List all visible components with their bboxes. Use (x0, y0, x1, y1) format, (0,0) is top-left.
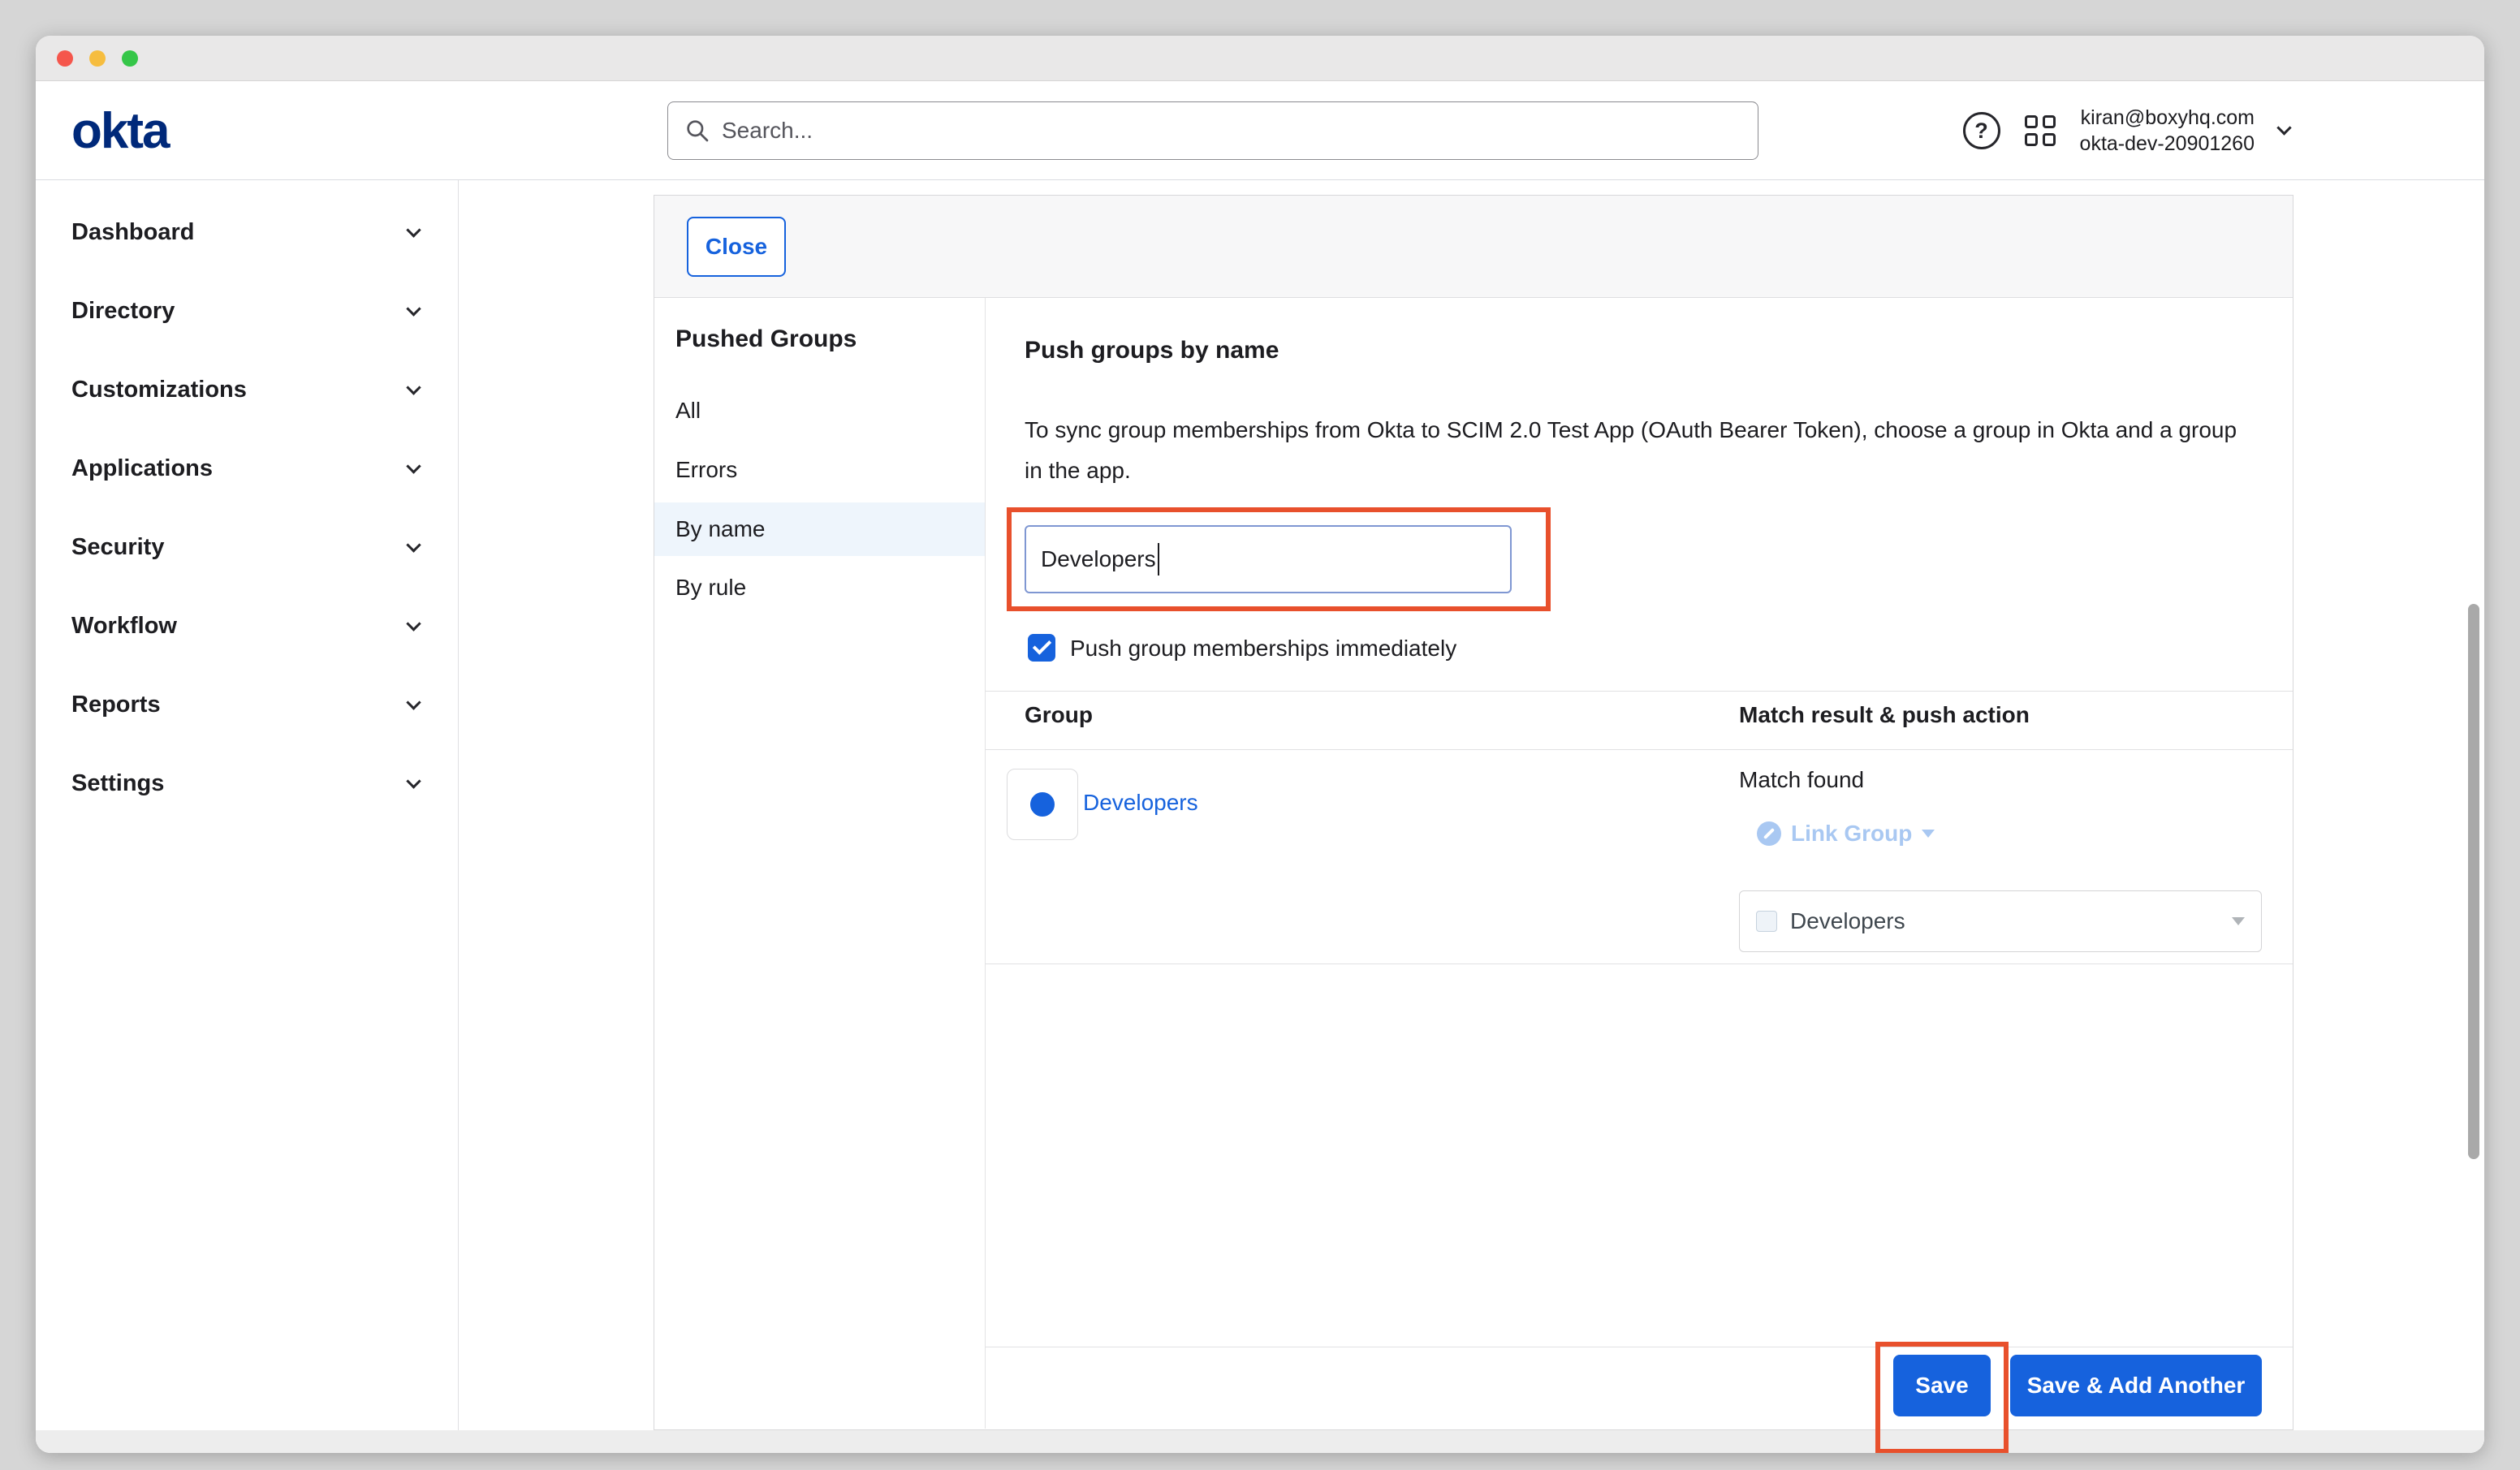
chevron-down-icon (406, 695, 421, 709)
link-icon (1757, 821, 1781, 846)
account-email: kiran@boxyhq.com (2080, 105, 2255, 131)
content-title: Push groups by name (1025, 337, 1279, 364)
pushed-groups-subnav: Pushed Groups All Errors By name By rule (654, 298, 986, 1429)
table-top-border (986, 691, 2293, 692)
save-and-add-another-button[interactable]: Save & Add Another (2010, 1355, 2262, 1416)
window-titlebar (36, 36, 2484, 81)
sidebar-item-reports[interactable]: Reports (36, 666, 458, 744)
push-by-name-content: Push groups by name To sync group member… (986, 298, 2293, 1429)
top-header: okta ? kiran@boxyhq.com okta-dev-2090126… (36, 81, 2484, 180)
push-groups-panel: Close Pushed Groups All Errors By name B… (654, 195, 2293, 1430)
okta-group-ring-icon (1030, 792, 1055, 817)
subnav-item-by-name[interactable]: By name (654, 502, 985, 556)
chevron-down-icon (406, 616, 421, 631)
grid-square (2025, 133, 2038, 146)
sidebar-item-customizations[interactable]: Customizations (36, 351, 458, 429)
group-placeholder-icon (1756, 911, 1777, 932)
sidebar-item-label: Reports (71, 692, 161, 718)
table-header-border (986, 749, 2293, 750)
vertical-scrollbar[interactable] (2468, 604, 2479, 1159)
push-immediately-checkbox[interactable] (1028, 634, 1055, 662)
match-group-select[interactable]: Developers (1739, 890, 2262, 952)
subnav-item-errors[interactable]: Errors (654, 443, 985, 497)
chevron-down-icon (406, 459, 421, 473)
subnav-item-all[interactable]: All (654, 384, 985, 438)
sidebar-item-label: Dashboard (71, 219, 194, 246)
sidebar-item-label: Applications (71, 455, 213, 482)
okta-logo: okta (71, 81, 168, 180)
link-group-label: Link Group (1791, 821, 1912, 847)
link-group-dropdown[interactable]: Link Group (1757, 821, 1935, 847)
main-area: Close Pushed Groups All Errors By name B… (459, 180, 2484, 1453)
sidebar-item-label: Directory (71, 298, 175, 325)
global-search[interactable] (667, 101, 1758, 160)
bottom-strip (36, 1430, 2484, 1453)
sidebar-item-label: Customizations (71, 377, 247, 403)
account-menu-chevron-down-icon[interactable] (2276, 120, 2291, 135)
chevron-down-icon (406, 380, 421, 394)
group-name-input[interactable]: Developers (1025, 525, 1512, 593)
subnav-title: Pushed Groups (675, 325, 857, 353)
sidebar-item-applications[interactable]: Applications (36, 429, 458, 508)
help-icon[interactable]: ? (1963, 112, 2000, 149)
text-cursor (1158, 543, 1159, 575)
chevron-down-icon (2232, 917, 2245, 925)
column-header-group: Group (1025, 702, 1093, 728)
app-window: okta ? kiran@boxyhq.com okta-dev-2090126… (36, 36, 2484, 1453)
sidebar-item-dashboard[interactable]: Dashboard (36, 193, 458, 272)
account-org: okta-dev-20901260 (2080, 131, 2255, 157)
account-info: kiran@boxyhq.com okta-dev-20901260 (2080, 105, 2255, 157)
sidebar-item-security[interactable]: Security (36, 508, 458, 587)
chevron-down-icon (406, 301, 421, 316)
group-icon (1007, 769, 1078, 840)
chevron-down-icon (406, 774, 421, 788)
subnav-item-by-rule[interactable]: By rule (654, 561, 985, 614)
sidebar-item-workflow[interactable]: Workflow (36, 587, 458, 666)
grid-square (2025, 115, 2038, 128)
sidebar-item-settings[interactable]: Settings (36, 744, 458, 823)
content-description: To sync group memberships from Okta to S… (1025, 410, 2239, 491)
group-name-link[interactable]: Developers (1083, 790, 1198, 816)
group-input-value: Developers (1041, 546, 1156, 572)
sidebar-item-label: Workflow (71, 613, 177, 640)
minimize-window-button[interactable] (89, 50, 106, 67)
panel-toolbar: Close (654, 196, 2293, 298)
match-status-text: Match found (1739, 767, 1864, 793)
column-header-match: Match result & push action (1739, 702, 2030, 728)
close-window-button[interactable] (57, 50, 73, 67)
grid-square (2043, 133, 2056, 146)
grid-square (2043, 115, 2056, 128)
sidebar-item-label: Settings (71, 770, 164, 797)
select-value: Developers (1790, 908, 2232, 934)
sidebar-nav: Dashboard Directory Customizations Appli… (36, 180, 459, 1453)
chevron-down-icon (406, 222, 421, 237)
sidebar-item-directory[interactable]: Directory (36, 272, 458, 351)
search-input[interactable] (722, 118, 1758, 144)
chevron-down-icon (406, 537, 421, 552)
search-icon (684, 118, 710, 144)
apps-grid-icon[interactable] (2025, 115, 2056, 146)
sidebar-item-label: Security (71, 534, 164, 561)
chevron-down-icon (1922, 830, 1935, 838)
push-immediately-label: Push group memberships immediately (1070, 634, 1456, 662)
table-row-border (986, 963, 2293, 964)
zoom-window-button[interactable] (122, 50, 138, 67)
close-button[interactable]: Close (687, 217, 786, 277)
save-button[interactable]: Save (1893, 1355, 1991, 1416)
